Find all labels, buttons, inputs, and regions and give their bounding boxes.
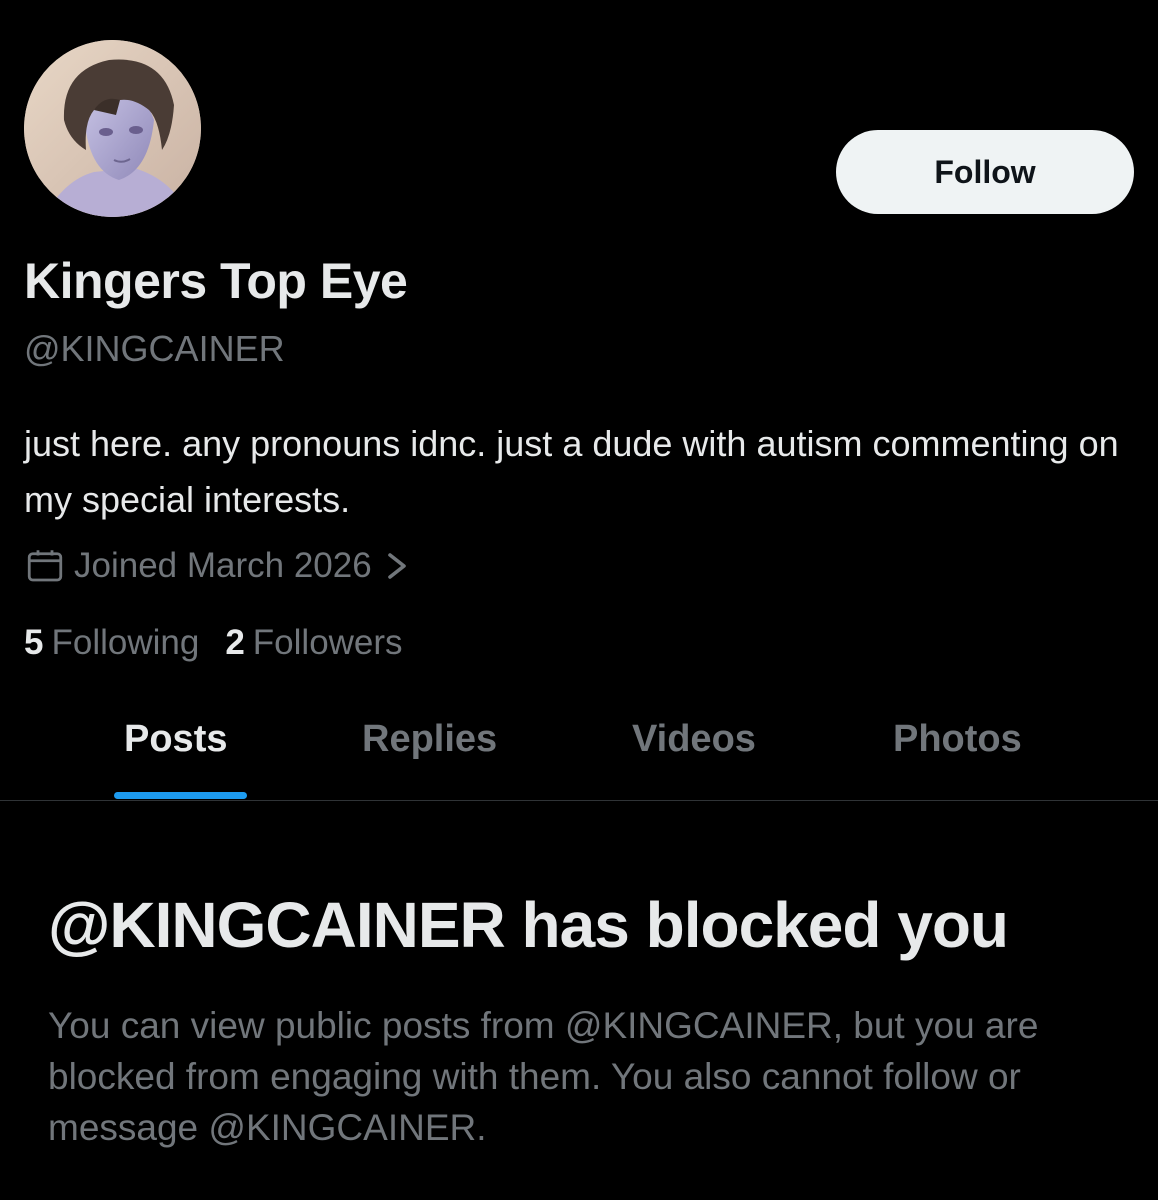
joined-date: Joined March 2026 bbox=[74, 546, 372, 585]
avatar-image bbox=[24, 40, 201, 217]
blocked-message: You can view public posts from @KINGCAIN… bbox=[48, 1005, 1039, 1148]
followers-count: 2 bbox=[225, 623, 245, 662]
profile-handle: @KINGCAINER bbox=[24, 328, 285, 369]
followers-label: Followers bbox=[252, 623, 403, 662]
tab-videos[interactable]: Videos bbox=[632, 718, 756, 761]
following-label: Following bbox=[51, 623, 200, 662]
profile-bio: just here. any pronouns idnc. just a dud… bbox=[24, 423, 1119, 520]
active-tab-indicator bbox=[114, 792, 247, 799]
calendar-icon bbox=[27, 550, 63, 582]
chevron-right-icon bbox=[387, 553, 406, 579]
follow-button[interactable]: Follow bbox=[836, 130, 1134, 214]
follow-stats: 5 Following 2 Followers bbox=[24, 620, 403, 666]
avatar[interactable] bbox=[24, 40, 201, 217]
followers-link[interactable]: 2 Followers bbox=[225, 623, 402, 663]
tab-photos[interactable]: Photos bbox=[893, 718, 1022, 761]
display-name: Kingers Top Eye bbox=[24, 253, 408, 309]
profile-tabs: Posts Replies Videos Photos bbox=[0, 700, 1158, 800]
following-count: 5 bbox=[24, 623, 44, 662]
joined-date-row[interactable]: Joined March 2026 bbox=[24, 543, 410, 589]
blocked-title: @KINGCAINER has blocked you bbox=[48, 889, 1009, 961]
tab-replies[interactable]: Replies bbox=[362, 718, 497, 761]
tab-posts[interactable]: Posts bbox=[124, 718, 227, 761]
following-link[interactable]: 5 Following bbox=[24, 623, 199, 663]
tabs-divider bbox=[0, 800, 1158, 801]
